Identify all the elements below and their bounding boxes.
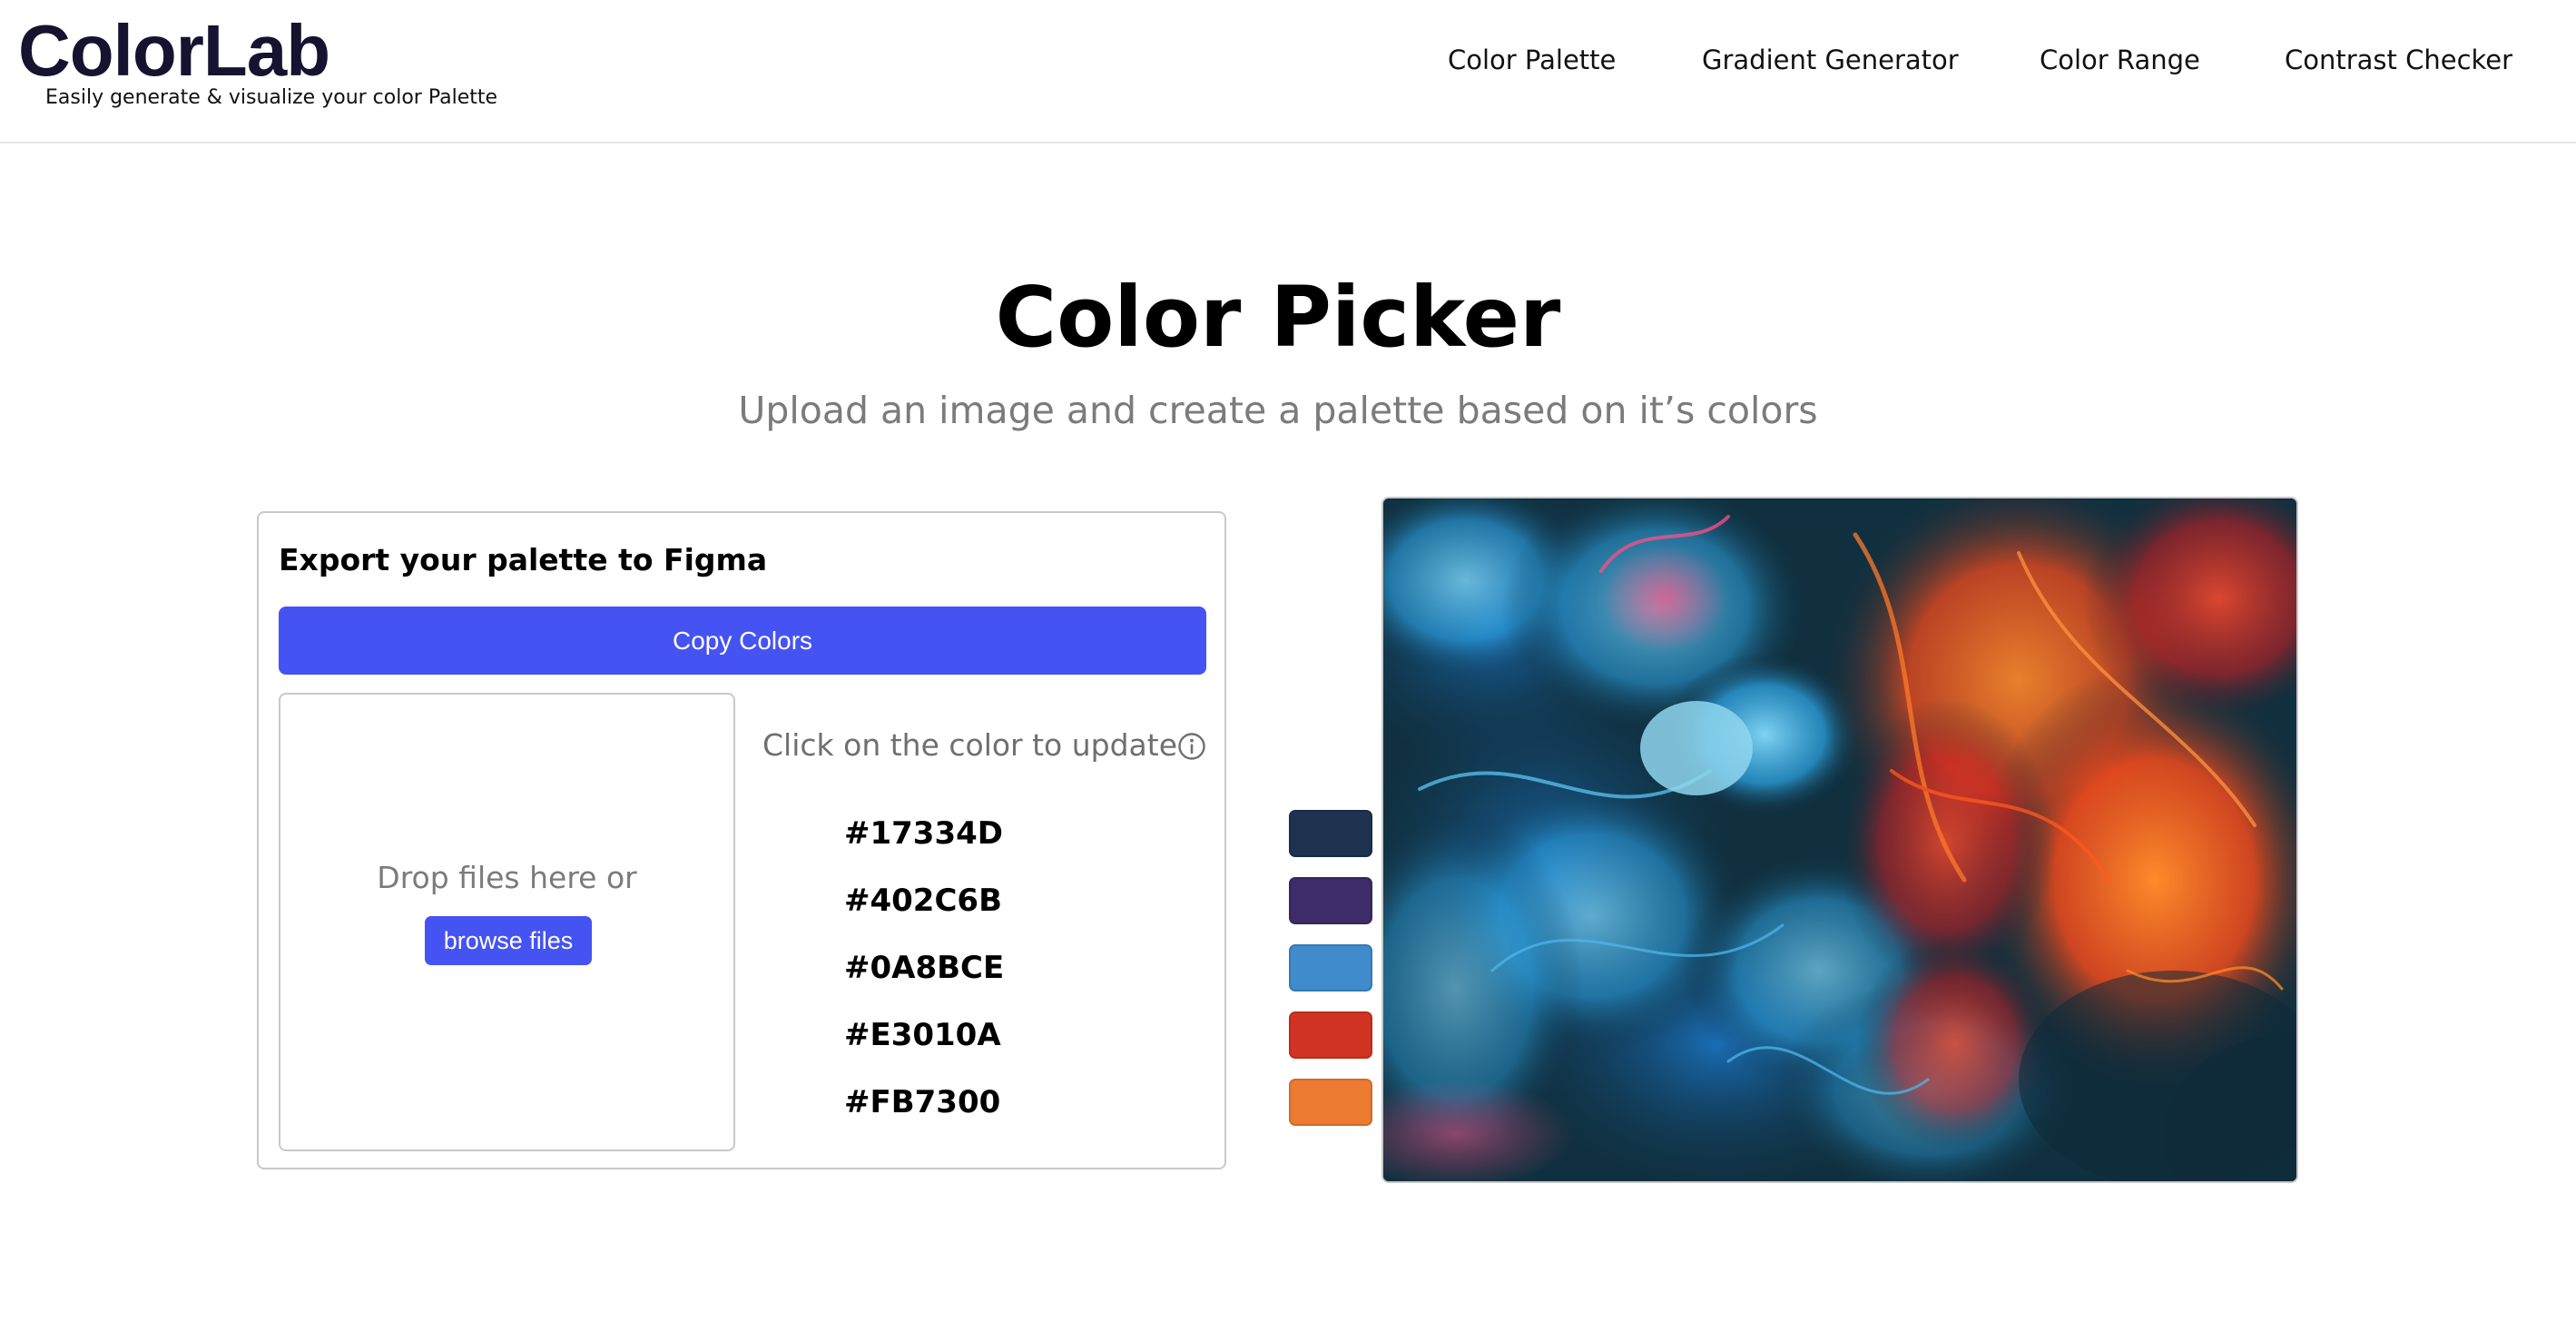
color-hex-label: #0A8BCE (844, 950, 1005, 986)
browse-files-button[interactable]: browse files (425, 916, 592, 965)
abstract-ink-image (1383, 498, 2296, 1181)
card-title: Export your palette to Figma (279, 542, 768, 577)
update-hint: Click on the color to update (762, 727, 1178, 763)
color-row-4[interactable]: #E3010A (844, 1011, 1372, 1059)
info-icon[interactable] (1177, 732, 1206, 761)
nav-gradient-generator[interactable]: Gradient Generator (1702, 40, 1959, 80)
color-swatch[interactable] (1289, 1011, 1372, 1059)
nav-contrast-checker[interactable]: Contrast Checker (2285, 40, 2512, 80)
page-title: Color Picker (995, 269, 1561, 366)
export-card: Export your palette to Figma Copy Colors… (257, 511, 1372, 1169)
color-row-5[interactable]: #FB7300 (844, 1079, 1372, 1126)
top-header: ColorLab Easily generate & visualize you… (0, 0, 2576, 143)
color-hex-label: #17334D (844, 815, 1003, 852)
color-hex-label: #E3010A (844, 1017, 1001, 1053)
preview-image (1381, 497, 2298, 1183)
color-row-2[interactable]: #402C6B (844, 877, 1372, 924)
color-row-1[interactable]: #17334D (844, 810, 1372, 857)
nav-color-range[interactable]: Color Range (2040, 40, 2200, 80)
page-subtitle: Upload an image and create a palette bas… (738, 389, 1818, 432)
color-swatch[interactable] (1289, 877, 1372, 924)
nav-color-palette[interactable]: Color Palette (1448, 40, 1616, 80)
dropzone-text: Drop files here or (377, 860, 637, 895)
copy-colors-button[interactable]: Copy Colors (279, 607, 1206, 675)
color-swatch[interactable] (1289, 1079, 1372, 1126)
file-dropzone[interactable]: Drop files here or browse files (279, 693, 735, 1151)
color-hex-label: #402C6B (844, 883, 1002, 919)
color-row-3[interactable]: #0A8BCE (844, 944, 1372, 992)
color-swatch[interactable] (1289, 944, 1372, 992)
logo[interactable]: ColorLab (18, 7, 330, 94)
color-hex-label: #FB7300 (844, 1084, 1001, 1120)
color-swatch[interactable] (1289, 810, 1372, 857)
tagline: Easily generate & visualize your color P… (45, 86, 498, 109)
